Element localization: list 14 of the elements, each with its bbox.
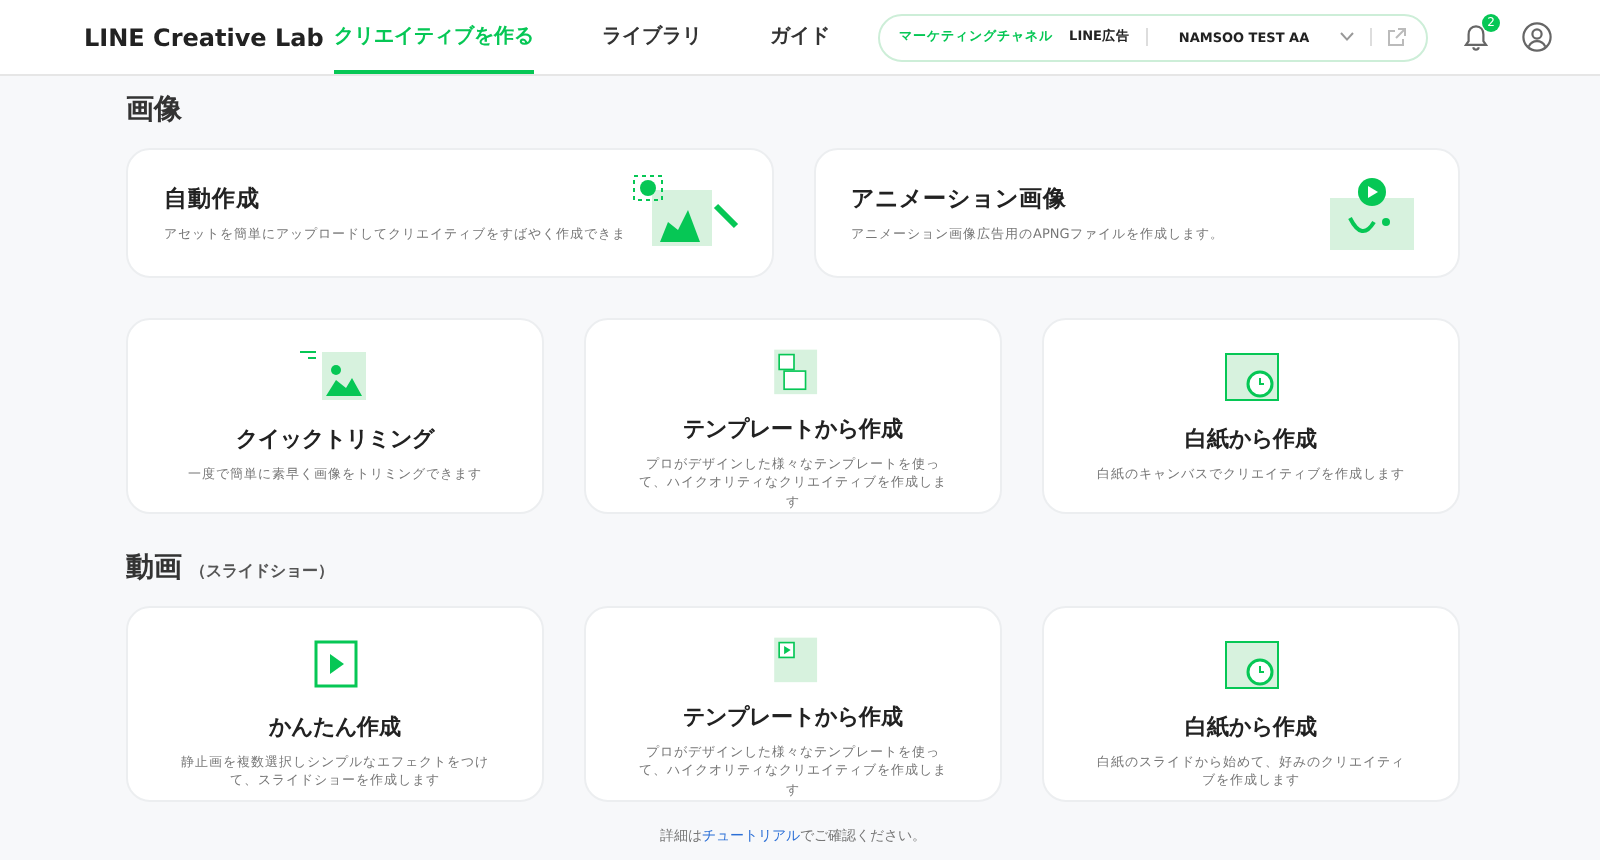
logo[interactable]: LINE Creative Lab <box>84 23 334 51</box>
card-title: 白紙から作成 <box>1185 712 1317 742</box>
nav-tab[interactable]: ガイド <box>770 0 830 74</box>
card-title: クイックトリミング <box>236 424 434 454</box>
nav-tab[interactable]: ライブラリ <box>602 0 702 74</box>
card-title: かんたん作成 <box>269 712 401 742</box>
card-title: テンプレートから作成 <box>683 413 903 444</box>
section-title: 画像 <box>126 92 182 128</box>
section-subtitle: （スライドショー） <box>190 560 334 582</box>
card-title: アニメーション画像 <box>851 183 1069 213</box>
card-title: テンプレートから作成 <box>683 701 903 732</box>
card-title: 白紙から作成 <box>1185 424 1317 454</box>
section-title: 動画 <box>126 550 182 586</box>
card-title: 自動作成 <box>164 183 262 213</box>
